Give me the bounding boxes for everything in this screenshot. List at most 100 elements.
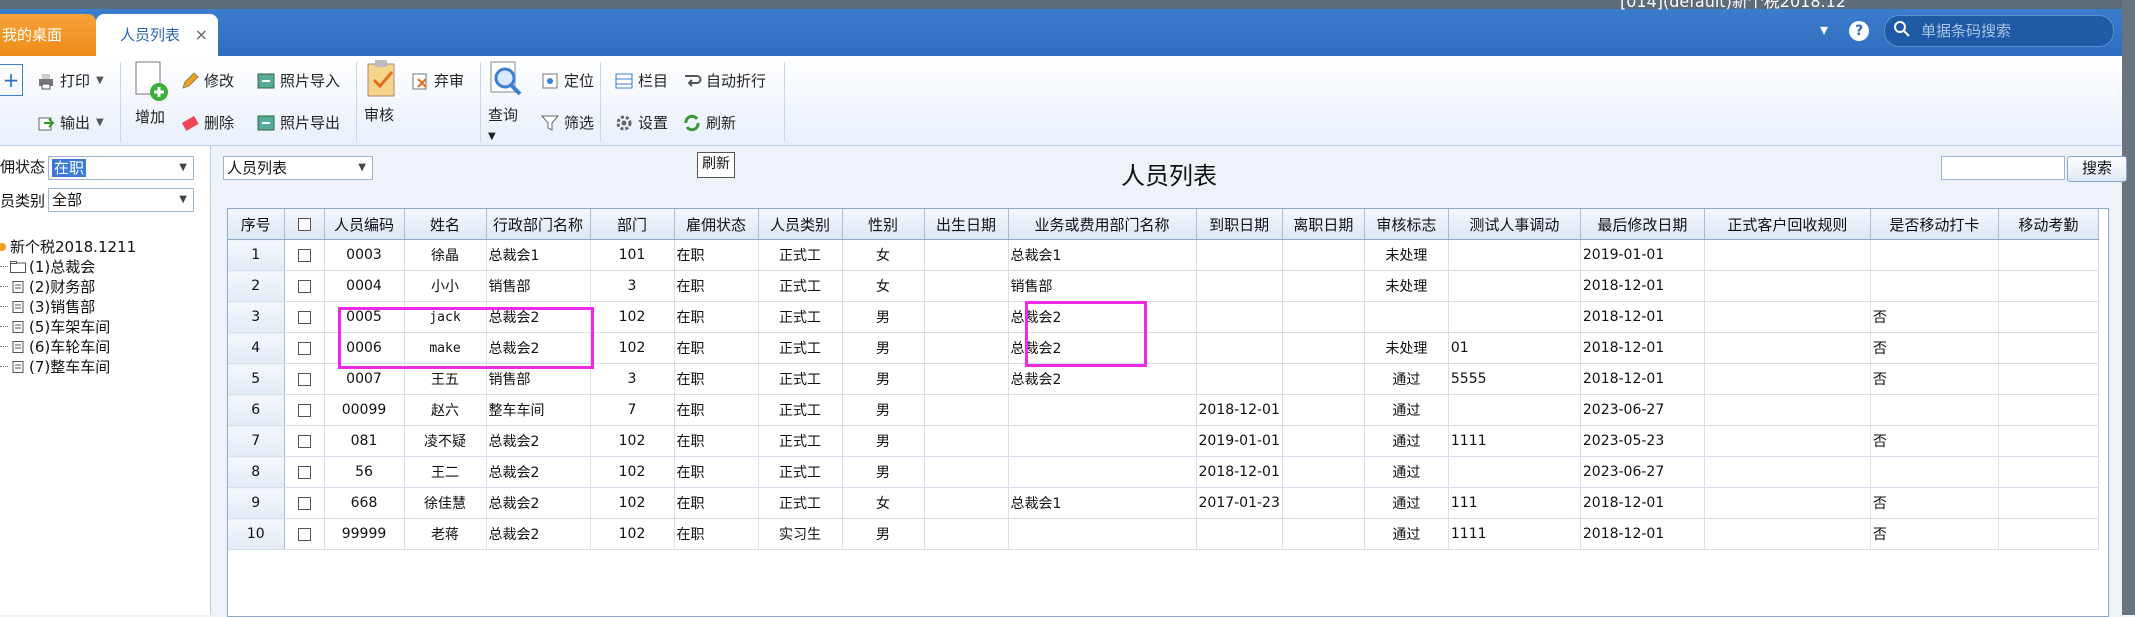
table-cell bbox=[1008, 425, 1197, 457]
column-header[interactable]: 人员编码 bbox=[324, 209, 405, 240]
column-header[interactable]: 雇佣状态 bbox=[674, 209, 759, 240]
row-checkbox-cell[interactable] bbox=[284, 425, 325, 457]
table-row[interactable]: 2 0004 小小 销售部 3 在职 正式工女销售部 未处理 2018-12-01 bbox=[228, 270, 2099, 302]
delete-button[interactable]: 删除 bbox=[180, 112, 234, 133]
row-checkbox[interactable] bbox=[297, 279, 311, 293]
table-row[interactable]: 10 99999 老蒋 总裁会2 102 在职 实习生男 通过 1111 2018-12-01 否 bbox=[228, 518, 2099, 550]
row-checkbox-cell[interactable] bbox=[284, 332, 325, 364]
person-type-select[interactable]: 全部 ▼ bbox=[48, 188, 194, 212]
row-checkbox-cell[interactable] bbox=[284, 270, 325, 302]
table-cell: 未处理 bbox=[1364, 332, 1449, 364]
tree-item[interactable]: (5)车架车间 bbox=[0, 316, 110, 337]
edit-button[interactable]: 修改 bbox=[180, 70, 234, 91]
table-cell: 总裁会2 bbox=[486, 487, 591, 519]
audit-button[interactable]: 审核 bbox=[364, 58, 404, 125]
search-button[interactable]: 搜索 bbox=[2067, 156, 2127, 182]
row-checkbox-cell[interactable] bbox=[284, 363, 325, 395]
barcode-search[interactable] bbox=[1884, 15, 2114, 47]
column-header[interactable]: 最后修改日期 bbox=[1580, 209, 1705, 240]
table-cell bbox=[1282, 425, 1365, 457]
row-checkbox[interactable] bbox=[297, 527, 311, 541]
barcode-search-input[interactable] bbox=[1919, 19, 2108, 43]
column-header[interactable]: 序号 bbox=[228, 209, 285, 240]
column-header[interactable]: 移动考勤 bbox=[1998, 209, 2099, 240]
add-document-icon bbox=[135, 61, 168, 101]
table-row[interactable]: 9 668 徐佳慧 总裁会2 102 在职 正式工女 总裁会1 2017-01-23 通过 111 2… bbox=[228, 487, 2099, 519]
close-icon[interactable]: × bbox=[195, 14, 208, 56]
column-header[interactable]: 是否移动打卡 bbox=[1870, 209, 1999, 240]
column-header[interactable]: 业务或费用部门名称 bbox=[1008, 209, 1197, 240]
column-header[interactable]: 正式客户回收规则 bbox=[1704, 209, 1871, 240]
new-button[interactable]: + bbox=[0, 64, 23, 96]
table-cell bbox=[1364, 301, 1449, 333]
filter-button[interactable]: 筛选 bbox=[540, 112, 594, 133]
chevron-down-icon[interactable]: ▾ bbox=[1820, 20, 1828, 39]
tree-item[interactable]: (3)销售部 bbox=[0, 296, 95, 317]
column-header[interactable]: 姓名 bbox=[404, 209, 487, 240]
row-checkbox[interactable] bbox=[297, 248, 311, 262]
table-cell: 否 bbox=[1870, 425, 1999, 457]
row-checkbox[interactable] bbox=[297, 434, 311, 448]
column-header[interactable]: 审核标志 bbox=[1364, 209, 1449, 240]
column-header[interactable]: 离职日期 bbox=[1282, 209, 1365, 240]
photo-import-button[interactable]: 照片导入 bbox=[256, 70, 340, 91]
column-header[interactable]: 到职日期 bbox=[1196, 209, 1283, 240]
document-icon bbox=[12, 300, 24, 313]
tree-item[interactable]: (1)总裁会 bbox=[0, 256, 95, 277]
row-checkbox-cell[interactable] bbox=[284, 518, 325, 550]
autowrap-button[interactable]: 自动折行 bbox=[682, 70, 766, 91]
refresh-button[interactable]: 刷新 bbox=[682, 112, 736, 133]
table-row[interactable]: 6 00099 赵六 整车车间 7 在职 正式工男 2018-12-01 通过 2023-06-2… bbox=[228, 394, 2099, 426]
tree-item[interactable]: (7)整车车间 bbox=[0, 356, 110, 377]
table-row[interactable]: 7 081 凌不疑 总裁会2 102 在职 正式工男 2019-01-01 通过 1111 2023… bbox=[228, 425, 2099, 457]
column-header[interactable]: 性别 bbox=[842, 209, 925, 240]
grid-search-input[interactable] bbox=[1941, 156, 2065, 180]
table-cell bbox=[1998, 487, 2099, 519]
output-button[interactable]: 输出 ▼ bbox=[36, 112, 104, 133]
table-row[interactable]: 1 0003 徐晶 总裁会1 101 在职 正式工女总裁会1 未处理 2019-01-01 bbox=[228, 239, 2099, 271]
row-checkbox[interactable] bbox=[297, 310, 311, 324]
settings-button[interactable]: 设置 bbox=[614, 112, 668, 133]
tab-person-list[interactable]: 人员列表 × bbox=[96, 14, 218, 56]
tab-my-desktop[interactable]: 我的桌面 bbox=[0, 14, 96, 56]
table-cell bbox=[1282, 487, 1365, 519]
list-select[interactable]: 人员列表 ▼ bbox=[223, 156, 373, 180]
locate-button[interactable]: 定位 bbox=[540, 70, 594, 91]
tree-root[interactable]: 新个税2018.1211 bbox=[0, 236, 136, 257]
employ-status-select[interactable]: 在职 ▼ bbox=[48, 156, 194, 180]
print-button[interactable]: 打印 ▼ bbox=[36, 70, 104, 91]
table-cell: 在职 bbox=[674, 518, 759, 550]
column-header[interactable]: 部门 bbox=[590, 209, 675, 240]
row-checkbox[interactable] bbox=[297, 403, 311, 417]
help-icon[interactable]: ? bbox=[1849, 21, 1870, 41]
row-checkbox-cell[interactable] bbox=[284, 394, 325, 426]
row-checkbox[interactable] bbox=[297, 465, 311, 479]
tree-item[interactable]: (2)财务部 bbox=[0, 276, 95, 297]
row-checkbox[interactable] bbox=[297, 496, 311, 510]
top-icons: ▾ ? bbox=[1820, 20, 1870, 41]
tree-item[interactable]: (6)车轮车间 bbox=[0, 336, 110, 357]
query-button[interactable]: 查询 ▼ bbox=[488, 58, 530, 143]
column-header[interactable]: 测试人事调动 bbox=[1448, 209, 1581, 240]
table-cell bbox=[1282, 456, 1365, 488]
row-checkbox[interactable] bbox=[297, 341, 311, 355]
row-checkbox-cell[interactable] bbox=[284, 487, 325, 519]
abandon-button[interactable]: 弃审 bbox=[410, 70, 464, 91]
columns-button[interactable]: 栏目 bbox=[614, 70, 668, 91]
photo-export-button[interactable]: 照片导出 bbox=[256, 112, 340, 133]
table-row[interactable]: 8 56 王二 总裁会2 102 在职 正式工男 2018-12-01 通过 2023-06-27 bbox=[228, 456, 2099, 488]
table-cell bbox=[1704, 456, 1871, 488]
column-header[interactable]: 人员类别 bbox=[758, 209, 843, 240]
table-cell bbox=[1196, 518, 1283, 550]
row-checkbox-cell[interactable] bbox=[284, 456, 325, 488]
title-bar: [014](default)新个税2018.12 我的桌面 人员列表 × ▾ ? bbox=[0, 0, 2135, 56]
select-all-checkbox[interactable] bbox=[297, 218, 311, 231]
row-checkbox-cell[interactable] bbox=[284, 239, 325, 271]
table-cell bbox=[1196, 332, 1283, 364]
column-header[interactable]: 出生日期 bbox=[924, 209, 1009, 240]
select-all-checkbox-header[interactable] bbox=[284, 209, 325, 240]
row-checkbox-cell[interactable] bbox=[284, 301, 325, 333]
add-button[interactable]: 增加 bbox=[128, 60, 172, 127]
row-checkbox[interactable] bbox=[297, 372, 311, 386]
column-header[interactable]: 行政部门名称 bbox=[486, 209, 591, 240]
